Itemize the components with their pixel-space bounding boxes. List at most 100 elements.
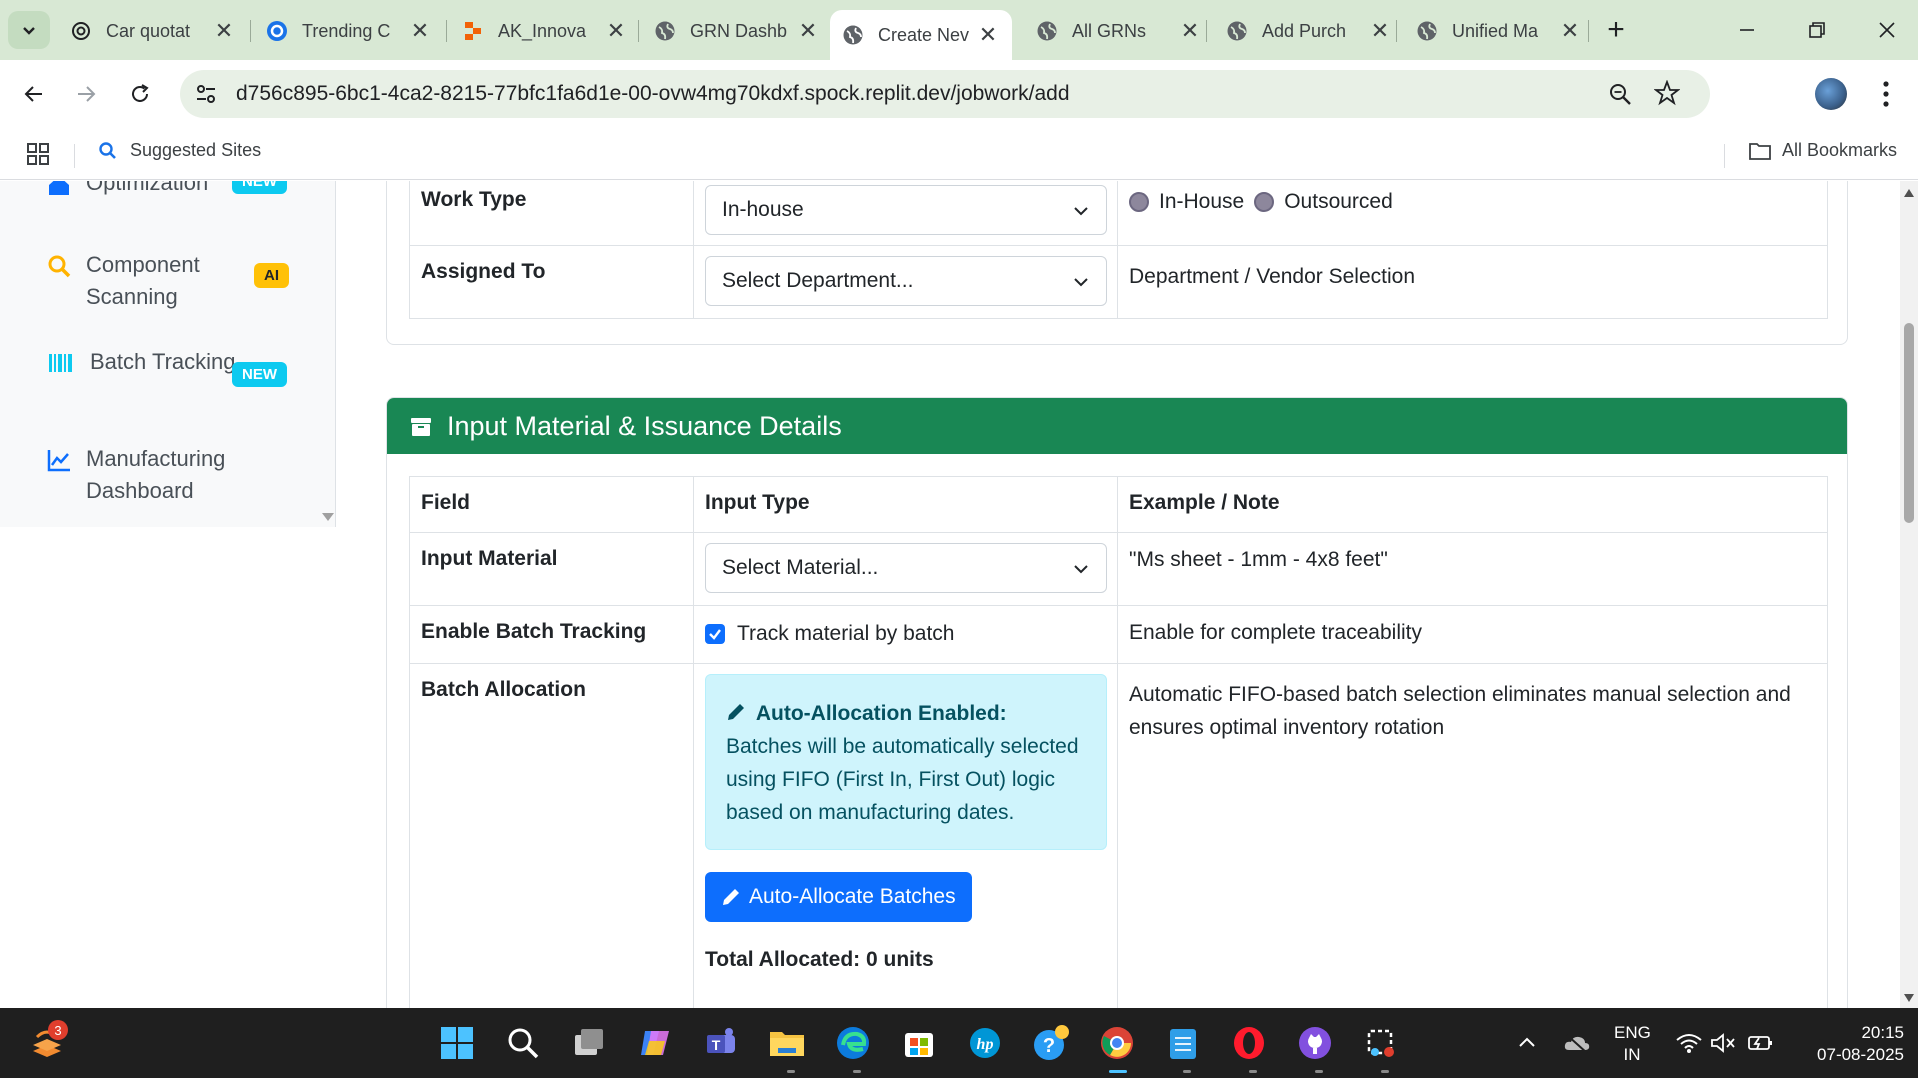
input-cell: Track material by batch [693, 605, 1118, 664]
github-button[interactable] [1294, 1022, 1336, 1064]
more-options-icon[interactable] [1876, 76, 1896, 112]
page-scrollbar[interactable] [1900, 181, 1918, 1008]
copilot-button[interactable] [634, 1022, 676, 1064]
tab-close-icon[interactable]: ✕ [976, 22, 1000, 47]
tab-close-icon[interactable]: ✕ [1558, 18, 1582, 43]
batch-tracking-checkbox[interactable] [705, 624, 725, 644]
assigned-to-select[interactable]: Select Department... [705, 256, 1107, 306]
sidebar-item-label: Optimization [86, 181, 209, 195]
input-material-table: Field Input Type Example / Note Input Ma… [409, 476, 1828, 1008]
new-tab-button[interactable]: + [1600, 13, 1632, 46]
tab-title: GRN Dashb [690, 20, 788, 41]
tab-search-button[interactable] [8, 11, 50, 49]
apps-grid-icon[interactable] [26, 142, 50, 166]
sidebar-scroll-down-icon[interactable] [322, 513, 334, 521]
replit-icon [462, 20, 484, 42]
pencil-icon [723, 889, 739, 905]
opera-button[interactable] [1228, 1022, 1270, 1064]
profile-avatar[interactable] [1815, 78, 1847, 110]
field-label: Assigned To [409, 245, 694, 319]
language-indicator[interactable]: ENG IN [1614, 1022, 1651, 1066]
radio-label: Outsourced [1284, 190, 1393, 213]
site-info-icon[interactable] [194, 82, 218, 106]
running-indicator [1183, 1070, 1191, 1073]
sidebar-item-label: Batch Tracking [90, 349, 236, 374]
tab-car-quotation[interactable]: Car quotat ✕ [58, 10, 248, 52]
tab-title: Trending C [302, 20, 391, 41]
running-indicator [787, 1070, 795, 1073]
sidebar-item-component-scanning[interactable]: Component Scanning [46, 249, 246, 313]
clock-date: 07-08-2025 [1817, 1045, 1904, 1064]
tab-close-icon[interactable]: ✕ [212, 18, 236, 43]
sidebar-item-optimization[interactable]: Optimization [46, 181, 246, 199]
tab-strip: Car quotat ✕ Trending C ✕ AK_Innova ✕ GR… [0, 0, 1918, 60]
tab-add-purchase[interactable]: Add Purch ✕ [1214, 10, 1404, 52]
input-material-select[interactable]: Select Material... [705, 543, 1107, 593]
box-icon [411, 418, 431, 436]
batch-tracking-checkbox-row[interactable]: Track material by batch [705, 622, 1106, 646]
svg-text:hp: hp [977, 1036, 994, 1053]
auto-allocate-batches-button[interactable]: Auto-Allocate Batches [705, 872, 972, 922]
chrome-button[interactable] [1096, 1022, 1138, 1064]
running-indicator [853, 1070, 861, 1073]
all-bookmarks-link[interactable]: All Bookmarks [1748, 140, 1897, 161]
back-button[interactable] [14, 74, 54, 114]
edge-button[interactable] [832, 1022, 874, 1064]
scroll-down-icon[interactable] [1904, 994, 1914, 1002]
column-header: Example / Note [1117, 476, 1828, 533]
sidebar: Optimization NEW Component Scanning AI B… [0, 181, 336, 527]
tab-close-icon[interactable]: ✕ [408, 18, 432, 43]
volume-muted-icon [1711, 1033, 1735, 1053]
restore-button[interactable] [1794, 10, 1840, 50]
start-button[interactable] [436, 1022, 478, 1064]
volume-button[interactable] [1702, 1022, 1744, 1064]
tab-grn-dashboard[interactable]: GRN Dashb ✕ [642, 10, 832, 52]
battery-button[interactable] [1740, 1022, 1782, 1064]
forward-button[interactable] [66, 74, 106, 114]
tab-close-icon[interactable]: ✕ [1178, 18, 1202, 43]
taskbar-search-button[interactable] [502, 1022, 544, 1064]
canva-icon [266, 20, 288, 42]
minimize-button[interactable] [1724, 10, 1770, 50]
url-text: d756c895-6bc1-4ca2-8215-77bfc1fa6d1e-00-… [236, 82, 1070, 105]
radio-in-house[interactable] [1129, 191, 1149, 212]
onedrive-button[interactable] [1556, 1022, 1598, 1064]
tab-close-icon[interactable]: ✕ [796, 18, 820, 43]
note-cell: Enable for complete traceability [1117, 605, 1828, 664]
help-button[interactable]: ? [1030, 1022, 1072, 1064]
suggested-sites-link[interactable]: Suggested Sites [98, 140, 261, 161]
clock[interactable]: 20:15 07-08-2025 [1784, 1022, 1904, 1066]
close-window-button[interactable] [1864, 10, 1910, 50]
tab-unified[interactable]: Unified Ma ✕ [1404, 10, 1594, 52]
tab-ak-innova[interactable]: AK_Innova ✕ [450, 10, 640, 52]
tab-all-grns[interactable]: All GRNs ✕ [1024, 10, 1214, 52]
button-label: Auto-Allocate Batches [749, 885, 956, 908]
teams-button[interactable]: T [700, 1022, 742, 1064]
radio-outsourced[interactable] [1254, 191, 1275, 212]
hp-button[interactable]: hp [964, 1022, 1006, 1064]
tab-close-icon[interactable]: ✕ [604, 18, 628, 43]
sidebar-item-batch-tracking[interactable]: Batch Tracking [46, 346, 250, 378]
work-type-select[interactable]: In-house [705, 185, 1107, 235]
globe-icon [654, 20, 676, 42]
running-indicator [1249, 1070, 1257, 1073]
folder-icon [1749, 142, 1771, 160]
tab-create-new[interactable]: Create Nev ✕ [830, 10, 1012, 60]
sidebar-item-manufacturing-dashboard[interactable]: Manufacturing Dashboard [46, 443, 246, 507]
show-hidden-icons-button[interactable] [1506, 1022, 1548, 1064]
file-explorer-button[interactable] [766, 1022, 808, 1064]
notepad-button[interactable] [1162, 1022, 1204, 1064]
zoom-icon[interactable] [1608, 82, 1632, 106]
tab-close-icon[interactable]: ✕ [1368, 18, 1392, 43]
scroll-up-icon[interactable] [1904, 189, 1914, 197]
task-view-button[interactable] [568, 1022, 610, 1064]
reload-icon [132, 84, 149, 102]
scrollbar-thumb[interactable] [1904, 323, 1914, 523]
tab-trending[interactable]: Trending C ✕ [254, 10, 444, 52]
bookmark-star-icon[interactable] [1654, 80, 1680, 106]
snipping-tool-button[interactable] [1360, 1022, 1402, 1064]
store-button[interactable] [898, 1022, 940, 1064]
reload-button[interactable] [120, 74, 160, 114]
tab-separator [446, 20, 447, 42]
address-bar[interactable]: d756c895-6bc1-4ca2-8215-77bfc1fa6d1e-00-… [180, 70, 1710, 118]
